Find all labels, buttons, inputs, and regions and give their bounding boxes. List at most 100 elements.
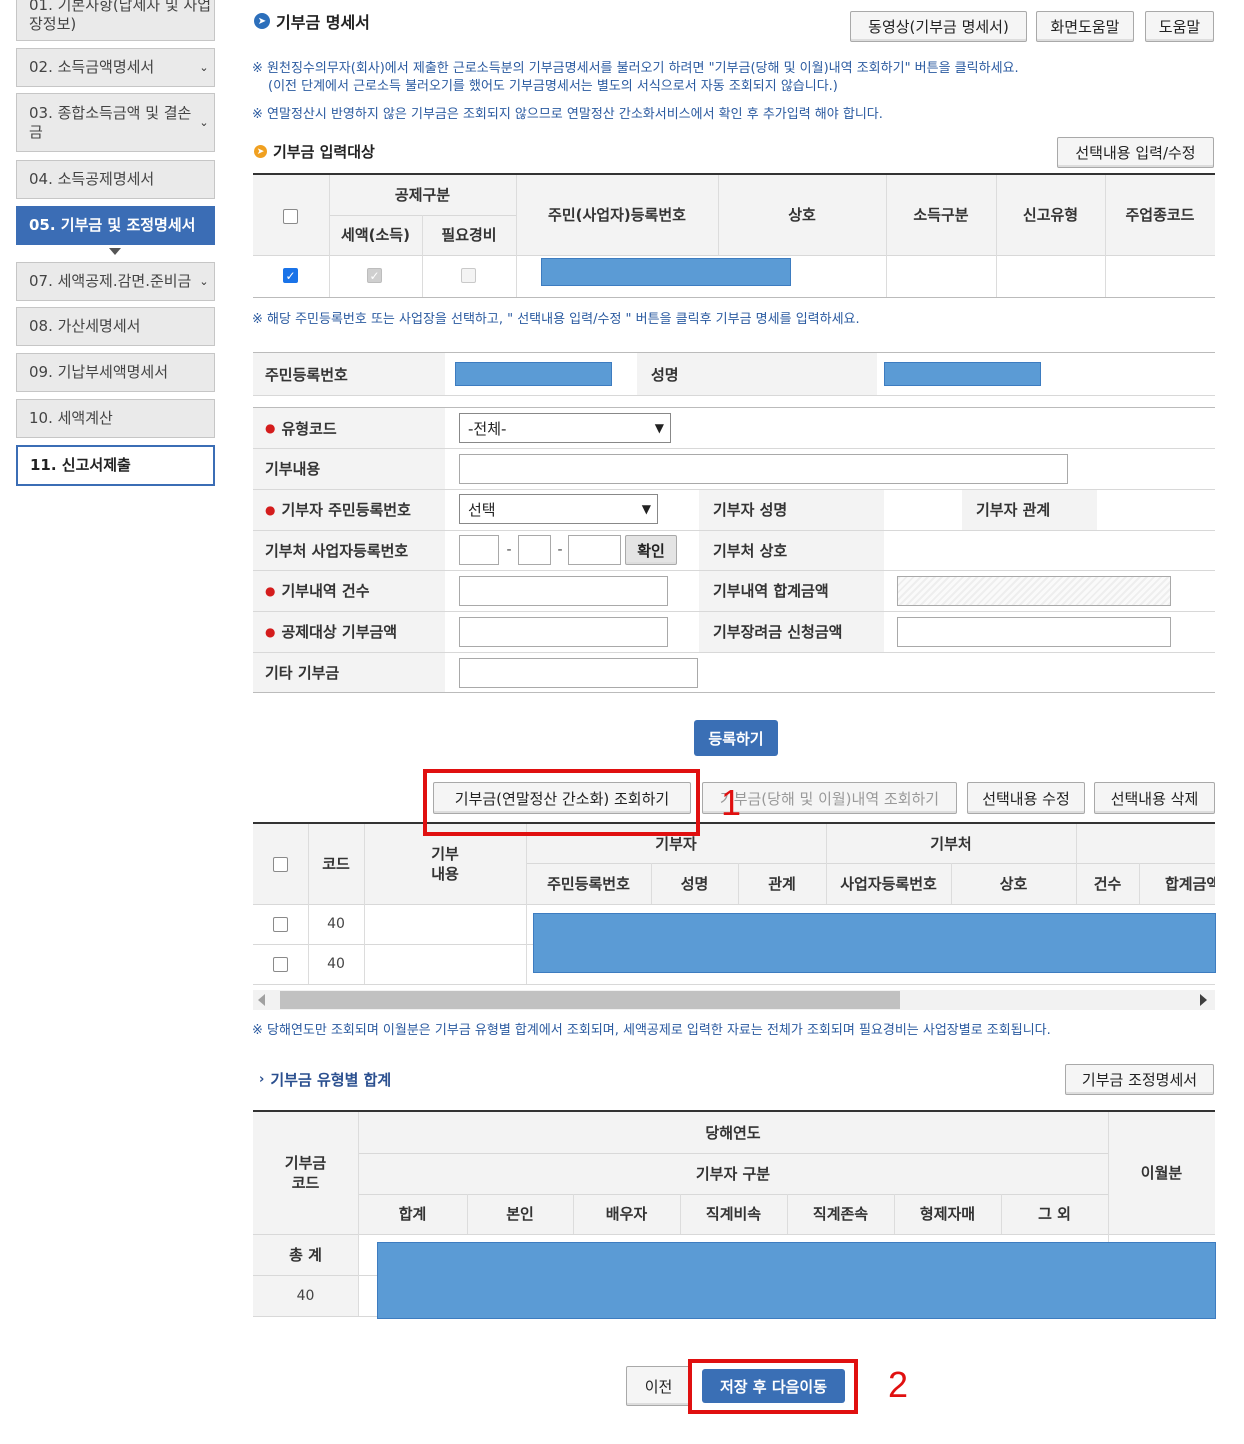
column-header: 배우자: [605, 1205, 648, 1223]
redacted-block: [541, 258, 791, 286]
name-label: 성명: [651, 365, 679, 384]
chevron-down-icon: ▼: [641, 502, 651, 516]
column-header: 사업자등록번호: [840, 874, 937, 893]
divider: [253, 1234, 1215, 1235]
highlight-box-2: [688, 1359, 858, 1414]
type-code-select[interactable]: -전체- ▼: [459, 413, 671, 443]
chevron-right-icon: ›: [259, 1072, 265, 1087]
sidebar-item-income-deduction[interactable]: 04. 소득공제명세서: [16, 160, 215, 199]
donor-id-text: 기부자 주민등록번호: [281, 501, 411, 519]
screen-help-button[interactable]: 화면도움말: [1036, 11, 1134, 42]
donor-name-label: 기부자 성명: [713, 501, 788, 519]
video-help-button[interactable]: 동영상(기부금 명세서): [850, 11, 1027, 42]
delete-selected-button[interactable]: 선택내용 삭제: [1094, 782, 1215, 814]
register-button[interactable]: 등록하기: [694, 720, 778, 756]
highlight-box-1: [423, 769, 700, 836]
scrollbar-thumb[interactable]: [280, 991, 900, 1009]
edit-selected-label: 선택내용 수정: [982, 789, 1070, 808]
donor-relation-label: 기부자 관계: [976, 501, 1051, 519]
column-header: 코드: [322, 855, 350, 873]
chevron-down-icon[interactable]: ⌄: [194, 275, 214, 288]
row-checkbox[interactable]: [273, 957, 288, 972]
column-header: 성명: [680, 874, 709, 893]
column-header: 이월분: [1140, 1164, 1183, 1182]
sidebar-item-label: 02. 소득금액명세서: [29, 58, 155, 76]
column-header: 상호: [788, 206, 816, 224]
donor-id-select[interactable]: 선택 ▼: [459, 494, 658, 524]
incentive-input[interactable]: [897, 617, 1171, 647]
sidebar-item-penalty-tax[interactable]: 08. 가산세명세서: [16, 307, 215, 346]
divider: [253, 395, 1215, 396]
donor-id-value: 선택: [468, 500, 496, 519]
sidebar-item-submit[interactable]: 11. 신고서제출: [16, 445, 215, 486]
dash-text: -: [506, 542, 512, 558]
chevron-down-icon[interactable]: ⌄: [194, 61, 214, 74]
incentive-label: 기부장려금 신청금액: [713, 623, 843, 641]
prev-button[interactable]: 이전: [626, 1366, 691, 1406]
scroll-left-icon[interactable]: [258, 994, 265, 1006]
notice-text: ※ 해당 주민등록번호 또는 사업장을 선택하고, " 선택내용 입력/수정 "…: [252, 312, 860, 327]
help-button[interactable]: 도움말: [1145, 11, 1214, 42]
sidebar-item-basic-info[interactable]: 01. 기본사항(납세자 및 사업장정보): [16, 0, 215, 41]
column-header: 소득구분: [913, 206, 969, 224]
history-inquiry-label: 기부금(당해 및 이월)내역 조회하기: [719, 789, 940, 808]
content-input[interactable]: [459, 454, 1068, 484]
notice-text: ※ 당해연도만 조회되며 이월분은 기부금 유형별 합계에서 조회되며, 세액공…: [252, 1023, 1051, 1038]
confirm-button[interactable]: 확인: [625, 535, 677, 565]
deduct-amount-input[interactable]: [459, 617, 668, 647]
edit-selected-button[interactable]: 선택내용 수정: [967, 782, 1085, 814]
video-help-label: 동영상(기부금 명세서): [868, 18, 1009, 36]
divider: [253, 652, 1215, 653]
sidebar-item-tax-calc[interactable]: 10. 세액계산: [16, 399, 215, 438]
chevron-down-icon[interactable]: ⌄: [194, 116, 214, 129]
sidebar-item-prepaid-tax[interactable]: 09. 기납부세액명세서: [16, 353, 215, 392]
sidebar-item-tax-credit[interactable]: 07. 세액공제.감면.준비금 ⌄: [16, 262, 215, 301]
biz-no-part2-input[interactable]: [518, 535, 551, 565]
row-checkbox[interactable]: ✓: [283, 268, 298, 283]
other-donation-input[interactable]: [459, 658, 698, 688]
other-donation-label: 기타 기부금: [265, 663, 340, 682]
biz-name-label: 기부처 상호: [713, 541, 788, 560]
column-header: 형제자매: [919, 1205, 976, 1223]
arrow-right-icon: ➤: [254, 13, 270, 29]
sidebar-item-total-income[interactable]: 03. 종합소득금액 및 결손금 ⌄: [16, 93, 215, 152]
delete-selected-label: 선택내용 삭제: [1110, 789, 1199, 808]
sidebar-item-label: 07. 세액공제.감면.준비금: [29, 272, 192, 290]
column-header: 직계비속: [705, 1205, 762, 1223]
sidebar-item-income-statement[interactable]: 02. 소득금액명세서 ⌄: [16, 48, 215, 87]
sidebar-item-label: 03. 종합소득금액 및 결손금: [29, 103, 192, 141]
confirm-label: 확인: [637, 541, 665, 560]
column-header: 합계금액: [1139, 863, 1215, 904]
row-code: 40: [327, 916, 345, 932]
select-all-checkbox[interactable]: [273, 857, 288, 872]
select-edit-button[interactable]: 선택내용 입력/수정: [1057, 137, 1214, 168]
column-header: 주민등록번호: [547, 874, 630, 893]
section-title-summary: › 기부금 유형별 합계: [259, 1069, 391, 1090]
select-all-checkbox[interactable]: [283, 209, 298, 224]
biz-no-part3-input[interactable]: [568, 535, 621, 565]
divider: [253, 448, 1215, 449]
scroll-right-icon[interactable]: [1200, 994, 1207, 1006]
row-checkbox[interactable]: [273, 917, 288, 932]
adjustment-statement-button[interactable]: 기부금 조정명세서: [1065, 1064, 1214, 1095]
biz-no-part1-input[interactable]: [459, 535, 499, 565]
resident-id-label: 주민등록번호: [265, 365, 348, 384]
prev-label: 이전: [644, 1377, 673, 1396]
section-title-text: 기부금 유형별 합계: [270, 1071, 392, 1089]
row-label-total: 총 계: [289, 1245, 322, 1264]
column-header: 기부자 구분: [695, 1164, 771, 1183]
total-amount-field: [897, 576, 1171, 606]
redacted-block: [533, 913, 1216, 973]
page-title: ➤ 기부금 명세서: [254, 9, 370, 33]
active-pointer-icon: [109, 248, 121, 255]
notice-text: ※ 연말정산시 반영하지 않은 기부금은 조회되지 않으므로 연말정산 간소화서…: [252, 107, 883, 122]
count-label: ● 기부내역 건수: [265, 582, 370, 600]
column-header: 직계존속: [812, 1205, 869, 1223]
column-header: 신고유형: [1022, 206, 1079, 224]
chevron-down-icon: ▼: [654, 421, 664, 435]
select-edit-label: 선택내용 입력/수정: [1075, 144, 1196, 162]
sidebar-item-donation[interactable]: 05. 기부금 및 조정명세서: [16, 206, 215, 245]
screen-help-label: 화면도움말: [1050, 18, 1120, 36]
count-input[interactable]: [459, 576, 668, 606]
column-header: 합계: [398, 1205, 427, 1223]
